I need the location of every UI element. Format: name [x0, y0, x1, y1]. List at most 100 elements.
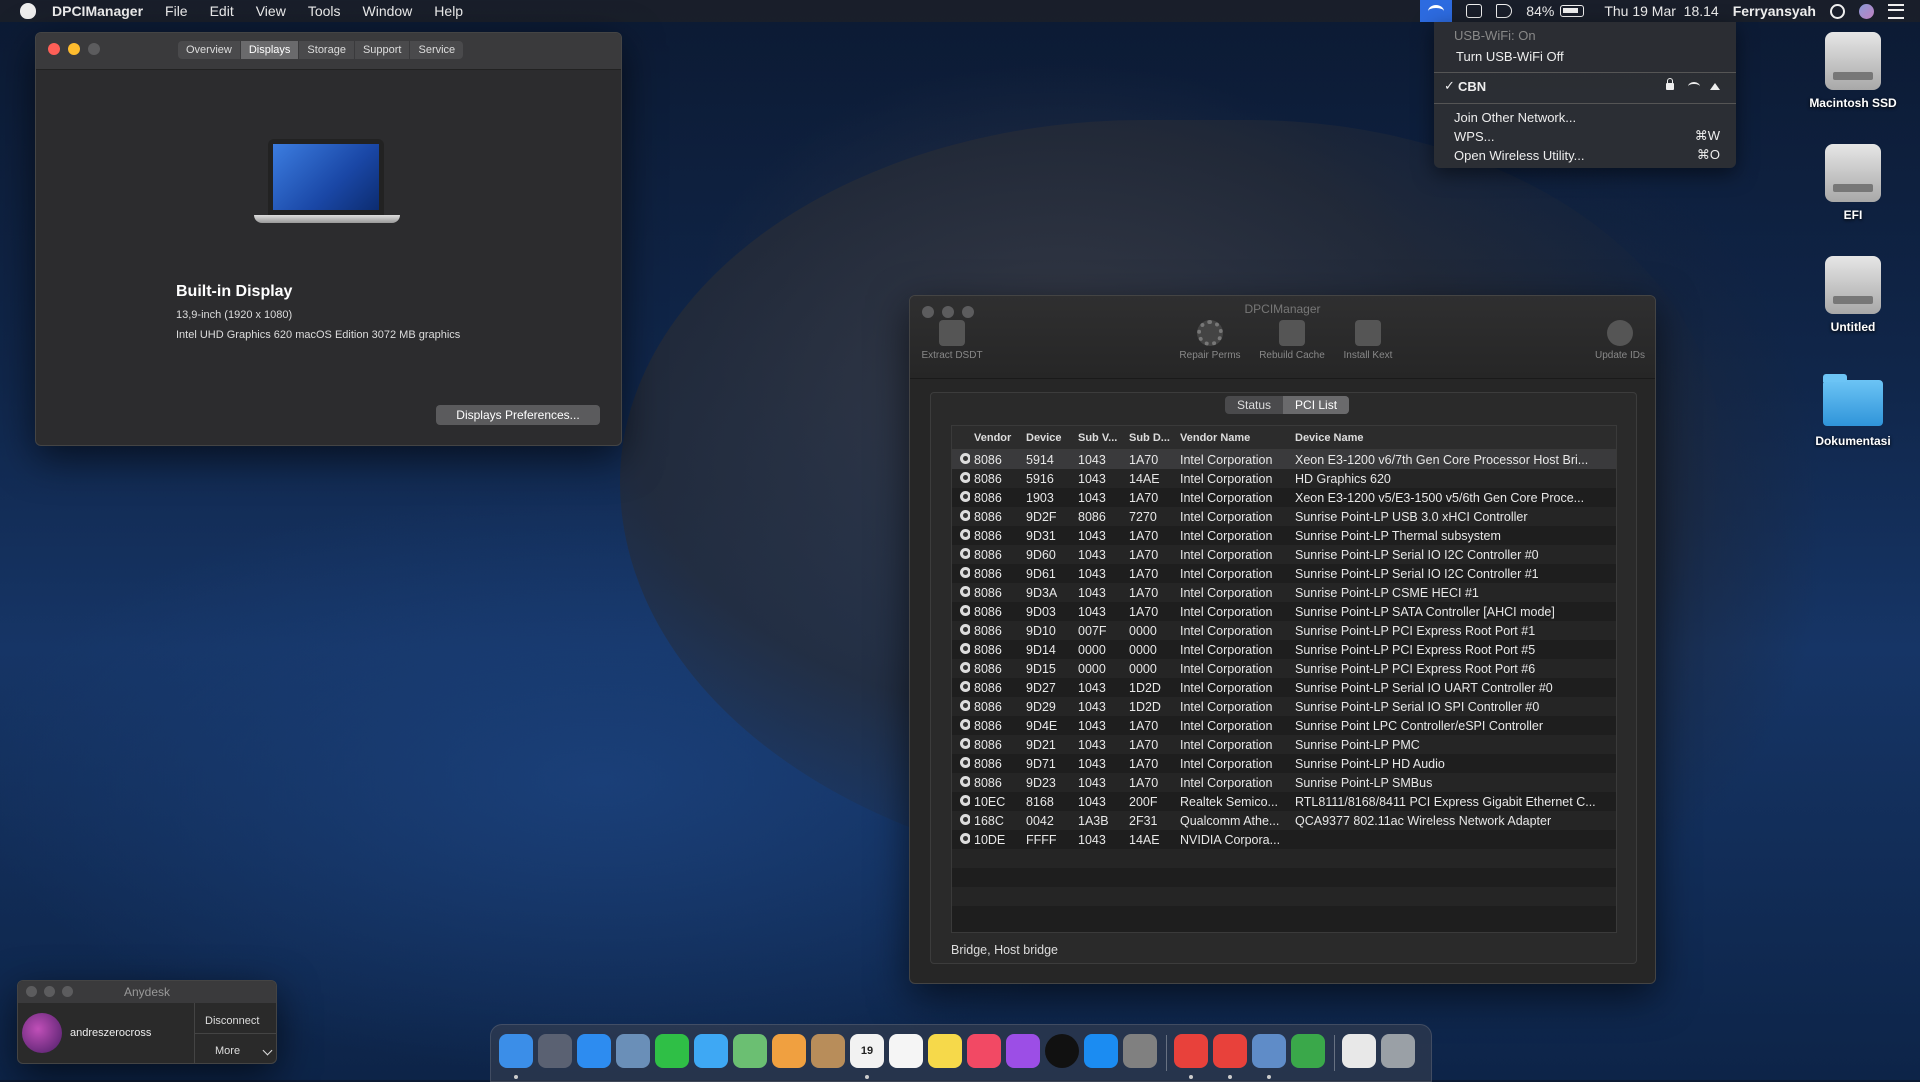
tab-support[interactable]: Support: [355, 41, 411, 59]
window-titlebar[interactable]: Anydesk: [18, 981, 276, 1003]
table-row[interactable]: 168C 0042 1A3B 2F31 Qualcomm Athe... QCA9377 …: [952, 811, 1616, 830]
menu-edit[interactable]: Edit: [210, 3, 234, 19]
desktop-icon-dokumentasi[interactable]: Dokumentasi: [1798, 374, 1908, 448]
menu-help[interactable]: Help: [434, 3, 463, 19]
tab-displays[interactable]: Displays: [240, 41, 300, 59]
wifi-menu-extra[interactable]: [1420, 0, 1453, 22]
menu-app-name[interactable]: DPCIManager: [52, 3, 143, 19]
dock-maps-icon[interactable]: [733, 1034, 767, 1068]
column-header-vendor[interactable]: Vendor: [970, 432, 1022, 444]
open-wireless-utility-item[interactable]: Open Wireless Utility... ⌘O: [1454, 146, 1720, 164]
more-button[interactable]: More: [215, 1045, 240, 1057]
table-row[interactable]: 8086 9D10 007F 0000 Intel Corporation Sunrise…: [952, 621, 1616, 640]
dock-notes-icon[interactable]: [928, 1034, 962, 1068]
table-row[interactable]: 8086 9D61 1043 1A70 Intel Corporation Sunrise…: [952, 564, 1616, 583]
column-header-sub-vendor[interactable]: Sub V...: [1074, 432, 1125, 444]
dock-trash-icon[interactable]: [1381, 1034, 1415, 1068]
dock-finder-icon[interactable]: [499, 1034, 533, 1068]
table-row[interactable]: 8086 9D4E 1043 1A70 Intel Corporation Sunrise…: [952, 716, 1616, 735]
column-header-vendor-name[interactable]: Vendor Name: [1176, 432, 1291, 444]
tab-storage[interactable]: Storage: [299, 41, 355, 59]
menu-window[interactable]: Window: [363, 3, 413, 19]
table-row[interactable]: 8086 9D29 1043 1D2D Intel Corporation Sunrise…: [952, 697, 1616, 716]
tab-pci-list[interactable]: PCI List: [1283, 396, 1350, 414]
dock-tv-icon[interactable]: [1045, 1034, 1079, 1068]
desktop-icon-macintosh-ssd[interactable]: Macintosh SSD: [1798, 32, 1908, 110]
table-row[interactable]: 8086 9D27 1043 1D2D Intel Corporation Sunrise…: [952, 678, 1616, 697]
column-header-device-name[interactable]: Device Name: [1291, 432, 1616, 444]
install-kext-button[interactable]: Install Kext: [1330, 320, 1406, 361]
window-titlebar[interactable]: DPCIManager Extract DSDT Repair Perms Re…: [910, 296, 1655, 379]
table-row[interactable]: 8086 9D3A 1043 1A70 Intel Corporation Sunrise…: [952, 583, 1616, 602]
wifi-toggle-item[interactable]: Turn USB-WiFi Off: [1456, 47, 1720, 65]
table-row[interactable]: 8086 1903 1043 1A70 Intel Corporation Xeon E3…: [952, 488, 1616, 507]
close-button[interactable]: [48, 43, 60, 55]
dock-facetime-icon[interactable]: [655, 1034, 689, 1068]
dock-music-icon[interactable]: [967, 1034, 1001, 1068]
table-row[interactable]: 10EC 8168 1043 200F Realtek Semico... RTL8111…: [952, 792, 1616, 811]
dock-messages-icon[interactable]: [694, 1034, 728, 1068]
dock-network-icon[interactable]: [1291, 1034, 1325, 1068]
tab-service[interactable]: Service: [410, 41, 463, 59]
dock-preview-icon[interactable]: [616, 1034, 650, 1068]
table-row[interactable]: 8086 5914 1043 1A70 Intel Corporation Xeon E3…: [952, 450, 1616, 469]
pci-device-table[interactable]: Vendor Device Sub V... Sub D... Vendor N…: [951, 425, 1617, 933]
desktop-icon-efi[interactable]: EFI: [1798, 144, 1908, 222]
siri-icon[interactable]: [1859, 3, 1874, 19]
menubar-clock[interactable]: Thu 19 Mar 18.14: [1604, 3, 1718, 19]
notification-center-icon[interactable]: [1888, 3, 1904, 19]
table-row[interactable]: 8086 9D71 1043 1A70 Intel Corporation Sunrise…: [952, 754, 1616, 773]
dock-podcasts-icon[interactable]: [1006, 1034, 1040, 1068]
tab-overview[interactable]: Overview: [178, 41, 241, 59]
dock-launchpad-icon[interactable]: [538, 1034, 572, 1068]
dock-appstore-icon[interactable]: [1084, 1034, 1118, 1068]
table-row[interactable]: 8086 9D15 0000 0000 Intel Corporation Sunrise…: [952, 659, 1616, 678]
table-row[interactable]: 8086 9D21 1043 1A70 Intel Corporation Sunrise…: [952, 735, 1616, 754]
displays-preferences-button[interactable]: Displays Preferences...: [436, 405, 600, 425]
activity-icon[interactable]: [1466, 4, 1483, 18]
table-row[interactable]: 8086 9D14 0000 0000 Intel Corporation Sunrise…: [952, 640, 1616, 659]
column-header-sub-device[interactable]: Sub D...: [1125, 432, 1176, 444]
wps-item[interactable]: WPS... ⌘W: [1454, 127, 1720, 145]
extract-dsdt-button[interactable]: Extract DSDT: [914, 320, 990, 361]
table-row[interactable]: 8086 9D23 1043 1A70 Intel Corporation Sunrise…: [952, 773, 1616, 792]
dock-calendar-icon[interactable]: 19: [850, 1034, 884, 1068]
menu-file[interactable]: File: [165, 3, 188, 19]
dock-contacts-icon[interactable]: [811, 1034, 845, 1068]
apple-icon[interactable]: [20, 3, 36, 19]
table-row[interactable]: 8086 9D31 1043 1A70 Intel Corporation Sunrise…: [952, 526, 1616, 545]
column-header-device[interactable]: Device: [1022, 432, 1074, 444]
chevron-down-icon[interactable]: [262, 1045, 273, 1056]
table-row[interactable]: 8086 9D2F 8086 7270 Intel Corporation Sunrise…: [952, 507, 1616, 526]
repair-perms-button[interactable]: Repair Perms: [1172, 320, 1248, 361]
zoom-button[interactable]: [88, 43, 100, 55]
dock-kext-icon[interactable]: [1252, 1034, 1286, 1068]
dock-photos-icon[interactable]: [772, 1034, 806, 1068]
minimize-button[interactable]: [68, 43, 80, 55]
spotlight-search-icon[interactable]: [1830, 3, 1845, 19]
rebuild-cache-button[interactable]: Rebuild Cache: [1254, 320, 1330, 361]
table-row[interactable]: 8086 5916 1043 14AE Intel Corporation HD Grap…: [952, 469, 1616, 488]
tab-status[interactable]: Status: [1225, 396, 1283, 414]
desktop-icon-untitled[interactable]: Untitled: [1798, 256, 1908, 334]
menubar-user[interactable]: Ferryansyah: [1733, 3, 1816, 19]
dock-anydesk1-icon[interactable]: [1174, 1034, 1208, 1068]
update-ids-button[interactable]: Update IDs: [1582, 320, 1655, 361]
table-row[interactable]: 10DE FFFF 1043 14AE NVIDIA Corpora...: [952, 830, 1616, 849]
volume-icon[interactable]: [1496, 4, 1513, 18]
table-row[interactable]: 8086 9D03 1043 1A70 Intel Corporation Sunrise…: [952, 602, 1616, 621]
table-row[interactable]: 8086 9D60 1043 1A70 Intel Corporation Sunrise…: [952, 545, 1616, 564]
eject-icon[interactable]: [1710, 82, 1720, 90]
dock-safari-icon[interactable]: [577, 1034, 611, 1068]
wifi-network-cbn[interactable]: ✓ CBN: [1444, 77, 1720, 95]
window-titlebar[interactable]: Overview Displays Storage Support Servic…: [36, 33, 621, 70]
join-other-network-item[interactable]: Join Other Network...: [1454, 108, 1720, 126]
dock-anydesk2-icon[interactable]: [1213, 1034, 1247, 1068]
dock-preferences-icon[interactable]: [1123, 1034, 1157, 1068]
menu-tools[interactable]: Tools: [308, 3, 341, 19]
menu-view[interactable]: View: [256, 3, 286, 19]
dock-reminders-icon[interactable]: [889, 1034, 923, 1068]
battery-icon[interactable]: [1560, 5, 1585, 17]
dock-file-icon[interactable]: [1342, 1034, 1376, 1068]
disconnect-button[interactable]: Disconnect: [205, 1015, 259, 1027]
